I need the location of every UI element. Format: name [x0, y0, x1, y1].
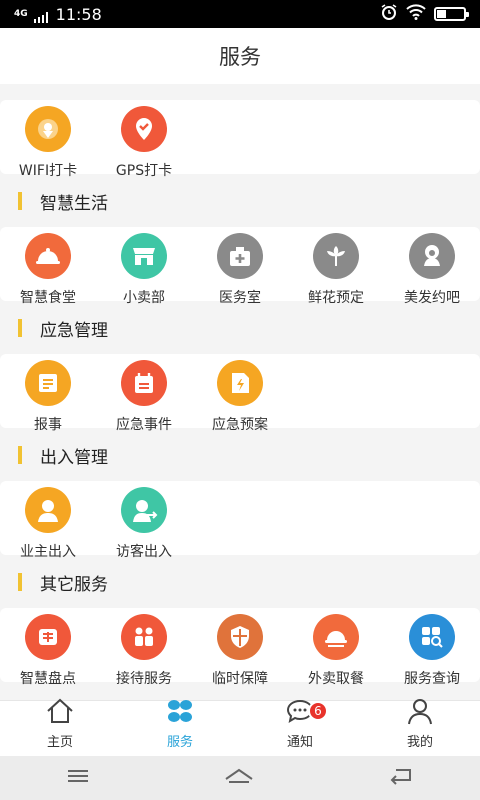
- takeout-icon: [313, 614, 359, 660]
- battery-icon: [434, 7, 469, 21]
- smart-inventory-label: 智慧盘点: [20, 671, 76, 687]
- temporary-support-button[interactable]: 临时保障: [192, 614, 288, 688]
- section-marker: [18, 192, 22, 210]
- reception-service-label: 接待服务: [116, 671, 172, 687]
- tab-services-label: 服务: [166, 735, 193, 750]
- section-marker: [18, 573, 22, 591]
- shop-icon: [121, 233, 167, 279]
- section-title-text: 出入管理: [40, 447, 108, 468]
- flower-icon: [313, 233, 359, 279]
- section-title-access: 出入管理: [0, 429, 480, 481]
- inventory-pan-icon: [25, 614, 71, 660]
- emergency-card: 报事 应急事件 应急预案: [0, 354, 480, 433]
- tab-mine[interactable]: 我的: [360, 699, 480, 756]
- visitor-person-icon: [121, 487, 167, 533]
- calendar-alert-icon: [121, 360, 167, 406]
- shop-button[interactable]: 小卖部: [96, 233, 192, 307]
- owner-person-icon: [25, 487, 71, 533]
- smart-inventory-button[interactable]: 智慧盘点: [0, 614, 96, 688]
- tab-mine-label: 我的: [406, 735, 433, 750]
- section-title-other: 其它服务: [0, 556, 480, 608]
- shield-icon: [217, 614, 263, 660]
- tab-notifications[interactable]: 6 通知: [240, 699, 360, 756]
- reception-service-button[interactable]: 接待服务: [96, 614, 192, 688]
- tab-home-label: 主页: [46, 735, 73, 750]
- service-query-button[interactable]: 服务查询: [384, 614, 480, 688]
- alarm-icon: [380, 3, 398, 25]
- report-icon: [25, 360, 71, 406]
- tab-notifications-label: 通知: [286, 735, 313, 750]
- emergency-event-button[interactable]: 应急事件: [96, 360, 192, 434]
- access-card: 业主出入 访客出入: [0, 481, 480, 560]
- service-query-label: 服务查询: [404, 671, 460, 687]
- emergency-plan-button[interactable]: 应急预案: [192, 360, 288, 434]
- search-grid-icon: [409, 614, 455, 660]
- home-outline-icon[interactable]: [223, 767, 255, 789]
- takeout-pickup-button[interactable]: 外卖取餐: [288, 614, 384, 688]
- plan-document-icon: [217, 360, 263, 406]
- services-grid-icon: [165, 697, 195, 729]
- reception-icon: [121, 614, 167, 660]
- location-check-icon: [121, 106, 167, 152]
- other-services-card: 智慧盘点 接待服务 临时保障 外卖取餐 服务查询: [0, 608, 480, 687]
- map-pin-icon: [25, 106, 71, 152]
- bottom-tab-bar: 主页 服务 6 通知 我的: [0, 698, 480, 756]
- notification-badge: 6: [308, 701, 328, 721]
- hairdresser-icon: [409, 233, 455, 279]
- flower-order-button[interactable]: 鲜花预定: [288, 233, 384, 307]
- tab-services[interactable]: 服务: [120, 700, 240, 756]
- status-time: 11:58: [55, 4, 102, 24]
- page-header: 服务: [0, 28, 480, 84]
- visitor-access-button[interactable]: 访客出入: [96, 487, 192, 561]
- network-indicator: 4G: [14, 8, 28, 19]
- clinic-button[interactable]: 医务室: [192, 233, 288, 307]
- dish-cover-icon: [25, 233, 71, 279]
- checkin-card: WIFI打卡 GPS打卡: [0, 100, 480, 179]
- gps-checkin-button[interactable]: GPS打卡: [96, 106, 192, 180]
- menu-icon[interactable]: [66, 768, 90, 788]
- medicine-box-icon: [217, 233, 263, 279]
- temporary-support-label: 临时保障: [212, 671, 268, 687]
- status-bar: 4G 11:58: [0, 0, 480, 28]
- wifi-icon: [406, 4, 426, 24]
- smart-canteen-button[interactable]: 智慧食堂: [0, 233, 96, 307]
- section-marker: [18, 319, 22, 337]
- report-button[interactable]: 报事: [0, 360, 96, 434]
- page-title: 服务: [219, 45, 261, 69]
- tab-home[interactable]: 主页: [0, 698, 120, 756]
- user-icon: [405, 697, 435, 729]
- hair-salon-button[interactable]: 美发约吧: [384, 233, 480, 307]
- section-title-emergency: 应急管理: [0, 302, 480, 354]
- system-nav-bar: [0, 756, 480, 800]
- section-title-text: 应急管理: [40, 320, 108, 341]
- home-icon: [45, 697, 75, 729]
- section-title-text: 其它服务: [40, 574, 108, 595]
- owner-access-button[interactable]: 业主出入: [0, 487, 96, 561]
- wifi-checkin-button[interactable]: WIFI打卡: [0, 106, 96, 180]
- section-marker: [18, 446, 22, 464]
- section-title-smart-life: 智慧生活: [0, 175, 480, 227]
- back-icon[interactable]: [388, 767, 414, 789]
- takeout-pickup-label: 外卖取餐: [308, 671, 364, 687]
- smart-life-card: 智慧食堂 小卖部 医务室 鲜花预定 美发约吧: [0, 227, 480, 306]
- signal-icon: [33, 9, 48, 23]
- section-title-text: 智慧生活: [40, 193, 108, 214]
